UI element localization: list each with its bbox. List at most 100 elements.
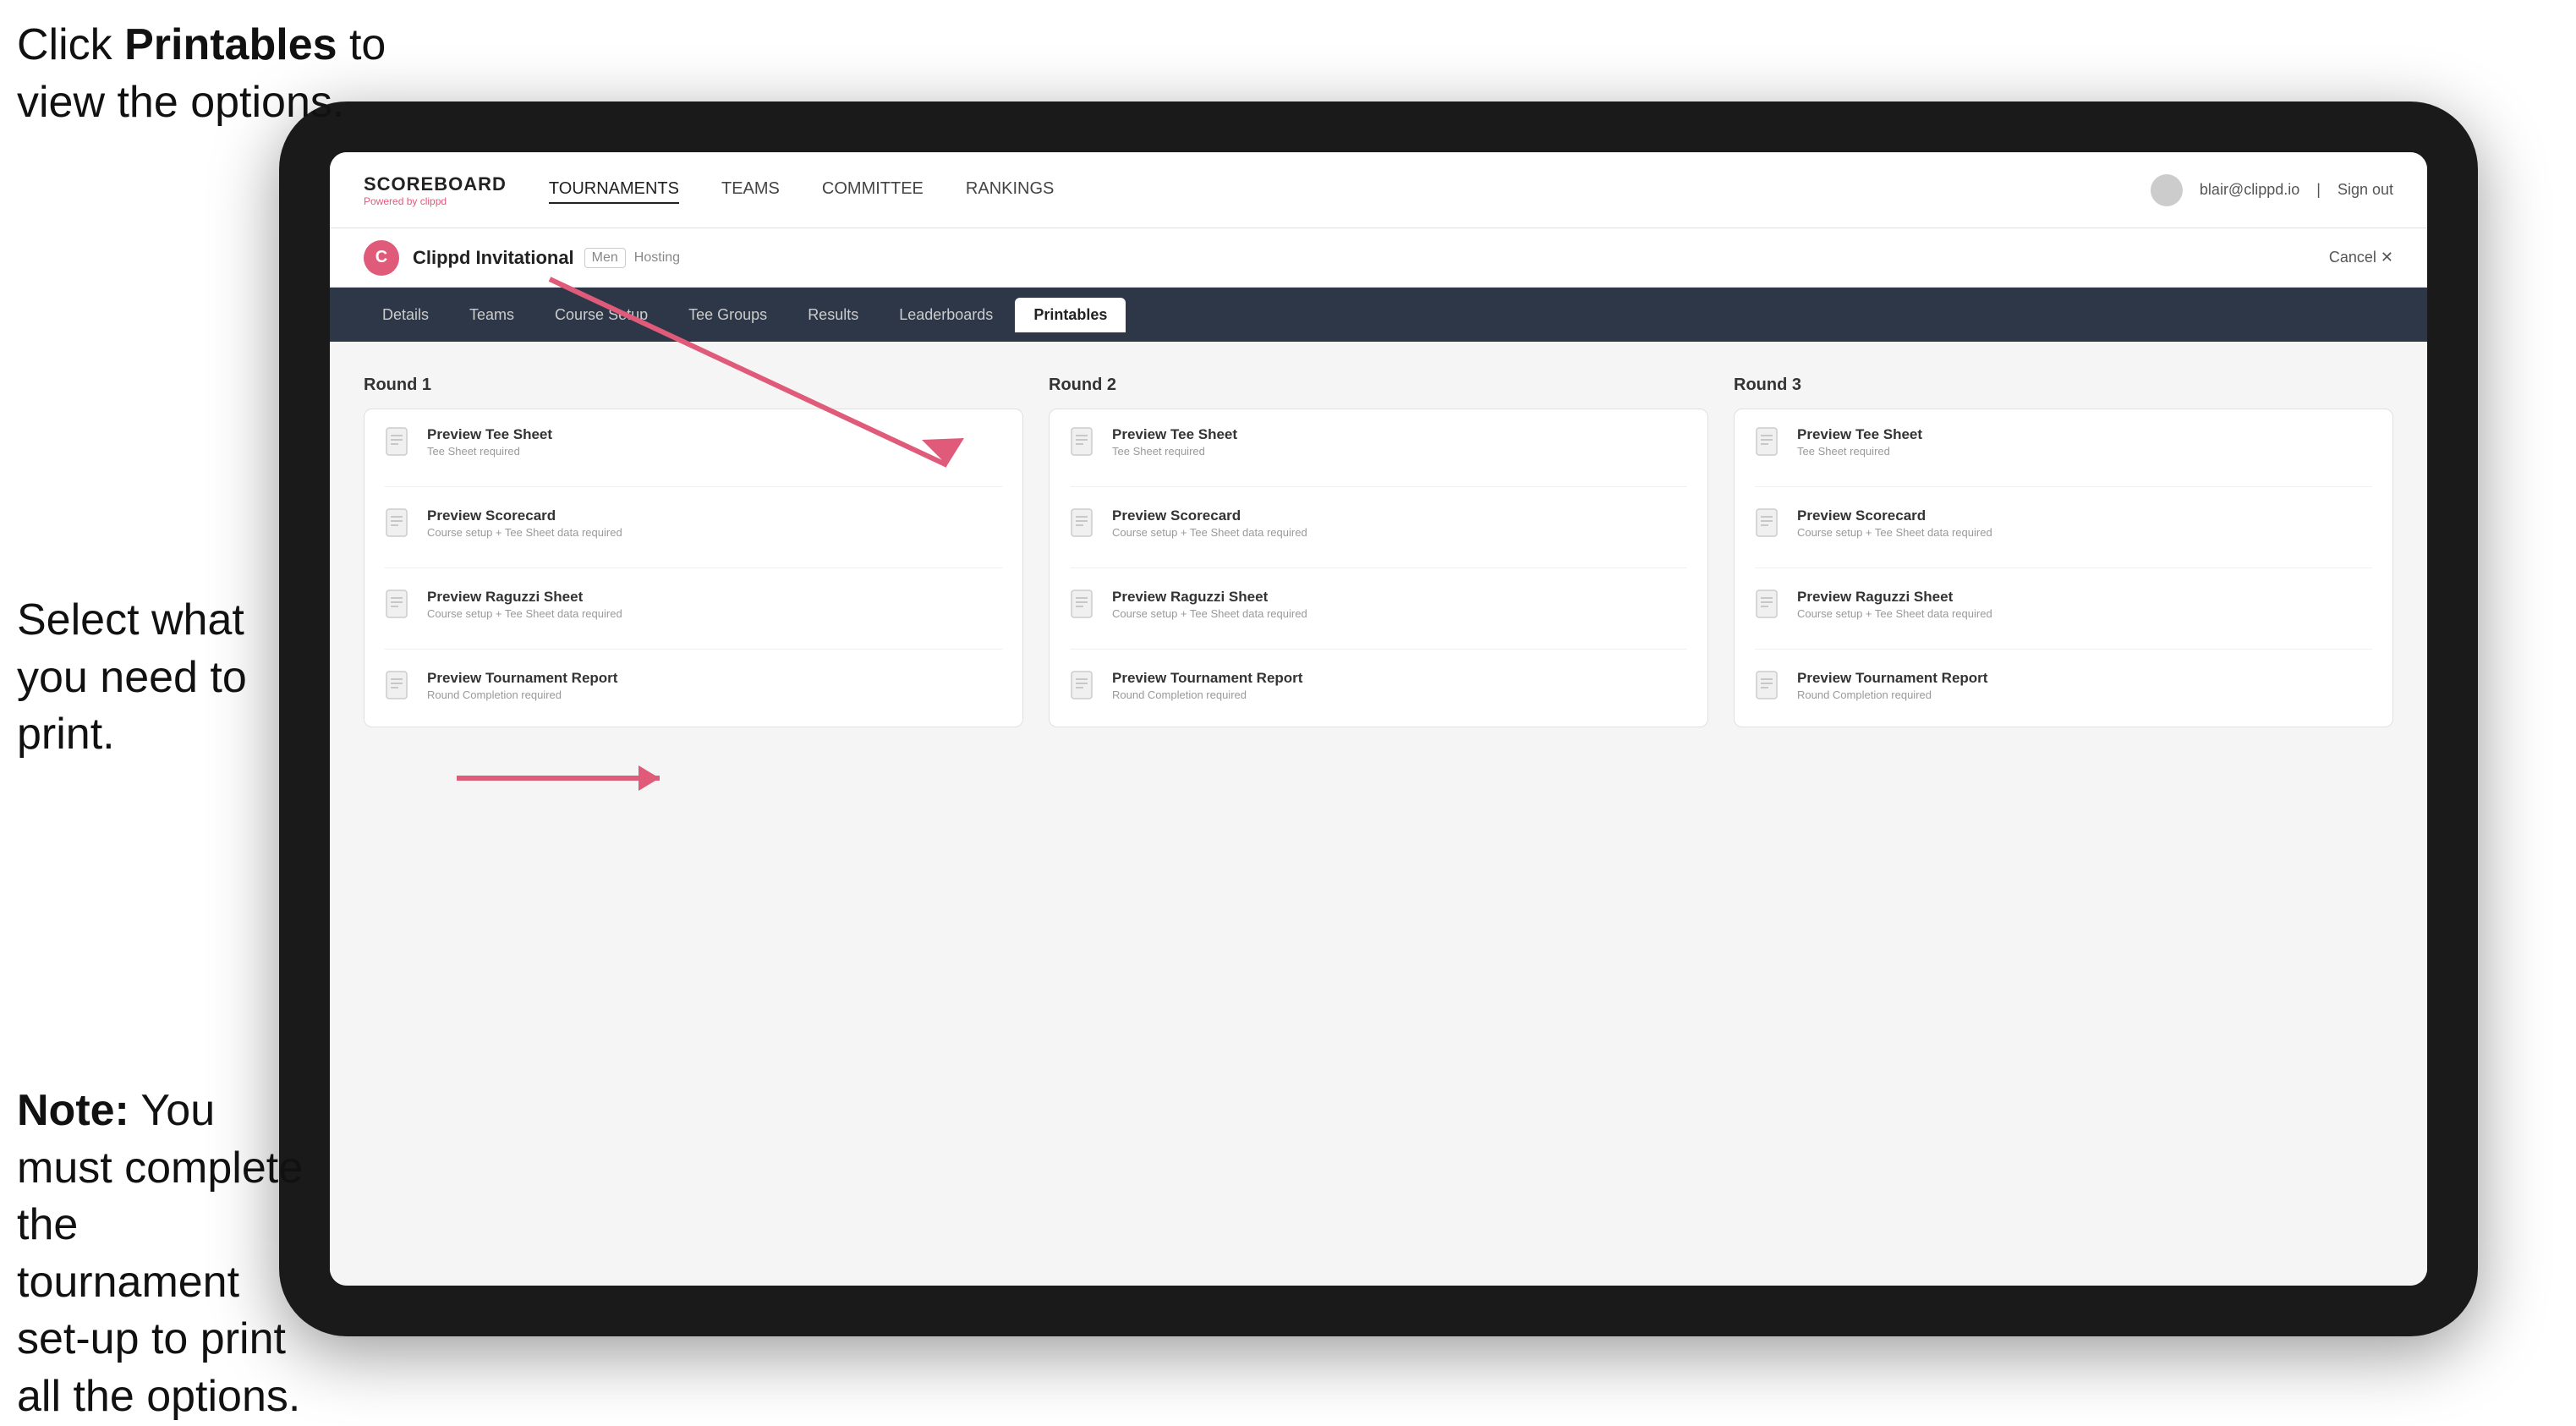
document-icon	[1755, 589, 1785, 628]
divider	[1070, 486, 1687, 487]
tablet-screen: SCOREBOARD Powered by clippd TOURNAMENTS…	[330, 152, 2427, 1286]
print-label: Preview Tee Sheet	[1797, 426, 1922, 443]
print-item-r1-2[interactable]: Preview Scorecard Course setup + Tee Shee…	[385, 507, 1002, 547]
print-sublabel: Round Completion required	[427, 688, 617, 701]
nav-rankings[interactable]: RANKINGS	[966, 176, 1054, 204]
print-info: Preview Raguzzi SheetCourse setup + Tee …	[427, 589, 622, 620]
tab-printables[interactable]: Printables	[1015, 298, 1126, 332]
print-item-r3-1[interactable]: Preview Tee Sheet Tee Sheet required	[1755, 426, 2372, 466]
print-item-r3-3[interactable]: Preview Raguzzi SheetCourse setup + Tee …	[1755, 589, 2372, 628]
sign-out-link[interactable]: Sign out	[2338, 181, 2393, 199]
print-label: Preview Raguzzi Sheet	[1112, 589, 1307, 606]
print-sublabel: Course setup + Tee Sheet data required	[1797, 607, 1992, 620]
top-nav-links: TOURNAMENTS TEAMS COMMITTEE RANKINGS	[549, 176, 2151, 204]
document-icon	[1755, 507, 1785, 547]
tab-results[interactable]: Results	[789, 298, 877, 332]
document-icon	[385, 670, 415, 710]
print-sublabel: Course setup + Tee Sheet data required	[427, 526, 622, 539]
round-2-card: Preview Tee SheetTee Sheet required Prev…	[1049, 409, 1708, 727]
print-item-r1-3[interactable]: Preview Raguzzi SheetCourse setup + Tee …	[385, 589, 1002, 628]
print-sublabel: Tee Sheet required	[1112, 445, 1237, 458]
annotation-bottom: Note: You must complete the tournament s…	[17, 1083, 304, 1426]
print-sublabel: Round Completion required	[1797, 688, 1987, 701]
tournament-logo: C	[364, 240, 399, 276]
tab-tee-groups[interactable]: Tee Groups	[670, 298, 786, 332]
document-icon	[1070, 507, 1100, 547]
print-info: Preview Raguzzi SheetCourse setup + Tee …	[1797, 589, 1992, 620]
print-sublabel: Course setup + Tee Sheet data required	[1797, 526, 1992, 539]
logo-sub: Powered by clippd	[364, 195, 507, 207]
print-item-r3-2[interactable]: Preview Scorecard Course setup + Tee Shee…	[1755, 507, 2372, 547]
cancel-button[interactable]: Cancel ✕	[2329, 249, 2393, 266]
nav-teams[interactable]: TEAMS	[721, 176, 780, 204]
tab-details[interactable]: Details	[364, 298, 447, 332]
round-column-1: Round 1 Preview Tee Sheet Tee Sheet requi…	[364, 376, 1023, 1252]
print-label: Preview Tournament Report	[1797, 670, 1987, 687]
print-info: Preview Tournament ReportRound Completio…	[1112, 670, 1302, 701]
print-label: Preview Scorecard	[427, 507, 622, 524]
print-info: Preview Tee Sheet Tee Sheet required	[1797, 426, 1922, 458]
top-nav-right: blair@clippd.io | Sign out	[2151, 174, 2393, 206]
print-sublabel: Course setup + Tee Sheet data required	[1112, 607, 1307, 620]
divider	[1070, 649, 1687, 650]
document-icon	[1070, 426, 1100, 466]
pipe-separator: |	[2316, 181, 2321, 199]
user-email: blair@clippd.io	[2200, 181, 2299, 199]
logo-area: SCOREBOARD Powered by clippd	[364, 173, 507, 207]
annotation-middle: Select what you need to print.	[17, 592, 304, 764]
round-3-card: Preview Tee Sheet Tee Sheet required Prev…	[1734, 409, 2393, 727]
print-info: Preview Tournament ReportRound Completio…	[1797, 670, 1987, 701]
tournament-status: Hosting	[634, 250, 680, 266]
print-item-r2-2[interactable]: Preview Scorecard Course setup + Tee Shee…	[1070, 507, 1687, 547]
print-label: Preview Raguzzi Sheet	[1797, 589, 1992, 606]
print-info: Preview Tee Sheet Tee Sheet required	[427, 426, 552, 458]
tab-teams[interactable]: Teams	[451, 298, 533, 332]
document-icon	[1755, 670, 1785, 710]
divider	[385, 486, 1002, 487]
print-sublabel: Course setup + Tee Sheet data required	[427, 607, 622, 620]
tab-course-setup[interactable]: Course Setup	[536, 298, 666, 332]
print-label: Preview Tournament Report	[1112, 670, 1302, 687]
document-icon	[1070, 670, 1100, 710]
print-label: Preview Scorecard	[1112, 507, 1307, 524]
round-column-2: Round 2 Preview Tee SheetTee Sheet requi…	[1049, 376, 1708, 1252]
print-sublabel: Tee Sheet required	[1797, 445, 1922, 458]
tablet-frame: SCOREBOARD Powered by clippd TOURNAMENTS…	[279, 101, 2478, 1336]
print-sublabel: Tee Sheet required	[427, 445, 552, 458]
print-label: Preview Tournament Report	[427, 670, 617, 687]
document-icon	[1755, 426, 1785, 466]
print-label: Preview Tee Sheet	[427, 426, 552, 443]
print-info: Preview Raguzzi SheetCourse setup + Tee …	[1112, 589, 1307, 620]
divider	[1755, 649, 2372, 650]
print-label: Preview Scorecard	[1797, 507, 1992, 524]
round-column-3: Round 3 Preview Tee Sheet Tee Sheet requi…	[1734, 376, 2393, 1252]
round-1-card: Preview Tee Sheet Tee Sheet required Prev…	[364, 409, 1023, 727]
print-info: Preview Tee SheetTee Sheet required	[1112, 426, 1237, 458]
print-item-r1-1[interactable]: Preview Tee Sheet Tee Sheet required	[385, 426, 1002, 466]
tournament-bar: C Clippd Invitational Men Hosting Cancel…	[330, 228, 2427, 288]
print-item-r1-4[interactable]: Preview Tournament ReportRound Completio…	[385, 670, 1002, 710]
nav-tournaments[interactable]: TOURNAMENTS	[549, 176, 679, 204]
divider	[385, 649, 1002, 650]
print-item-r3-4[interactable]: Preview Tournament ReportRound Completio…	[1755, 670, 2372, 710]
print-item-r2-3[interactable]: Preview Raguzzi SheetCourse setup + Tee …	[1070, 589, 1687, 628]
logo-title: SCOREBOARD	[364, 173, 507, 195]
round-1-title: Round 1	[364, 376, 1023, 395]
print-info: Preview Scorecard Course setup + Tee Shee…	[427, 507, 622, 539]
document-icon	[385, 426, 415, 466]
print-sublabel: Course setup + Tee Sheet data required	[1112, 526, 1307, 539]
document-icon	[385, 589, 415, 628]
document-icon	[385, 507, 415, 547]
print-item-r2-4[interactable]: Preview Tournament ReportRound Completio…	[1070, 670, 1687, 710]
print-sublabel: Round Completion required	[1112, 688, 1302, 701]
print-label: Preview Raguzzi Sheet	[427, 589, 622, 606]
tournament-badge: Men	[584, 248, 626, 268]
divider	[1755, 486, 2372, 487]
nav-committee[interactable]: COMMITTEE	[822, 176, 924, 204]
print-info: Preview Scorecard Course setup + Tee Shee…	[1112, 507, 1307, 539]
print-item-r2-1[interactable]: Preview Tee SheetTee Sheet required	[1070, 426, 1687, 466]
document-icon	[1070, 589, 1100, 628]
avatar	[2151, 174, 2183, 206]
round-3-title: Round 3	[1734, 376, 2393, 395]
tab-leaderboards[interactable]: Leaderboards	[880, 298, 1011, 332]
